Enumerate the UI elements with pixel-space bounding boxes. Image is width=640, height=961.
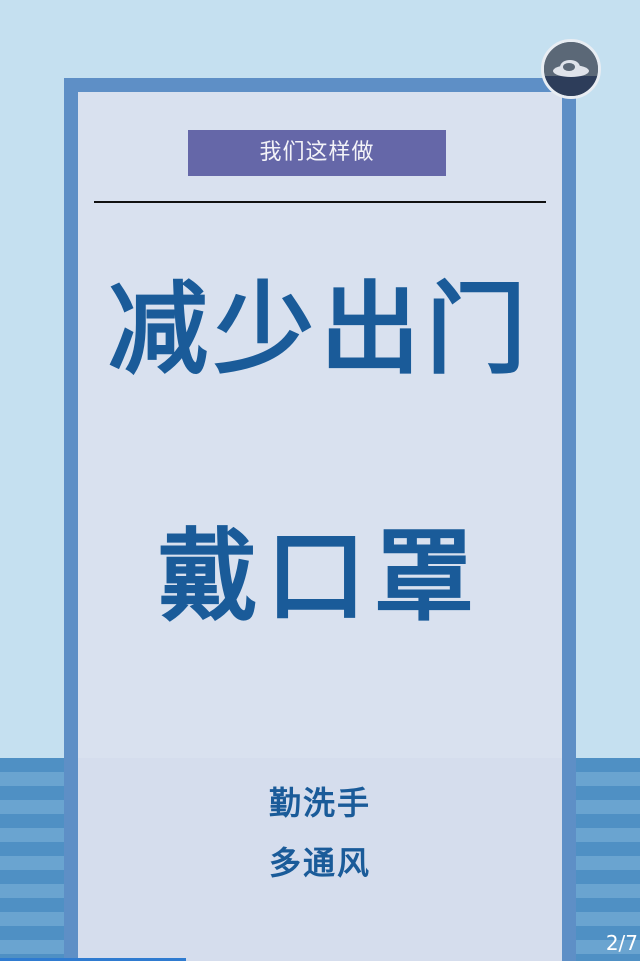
headline-reduce-going-out: 减少出门 [108, 271, 532, 388]
page-indicator: 2/7 [605, 931, 638, 955]
tip-wash-hands: 勤洗手 [268, 784, 371, 822]
divider-line [94, 201, 546, 203]
avatar-graphic [544, 42, 598, 96]
poster-frame: 我们这样做 减少出门 戴口罩 勤洗手 多通风 [64, 78, 576, 961]
poster-header: 我们这样做 [188, 130, 446, 176]
headline-wear-mask: 戴口罩 [158, 518, 482, 635]
poster-card: 我们这样做 减少出门 戴口罩 勤洗手 多通风 [78, 92, 562, 961]
tip-ventilate: 多通风 [268, 844, 371, 882]
user-avatar-icon[interactable] [541, 39, 601, 99]
